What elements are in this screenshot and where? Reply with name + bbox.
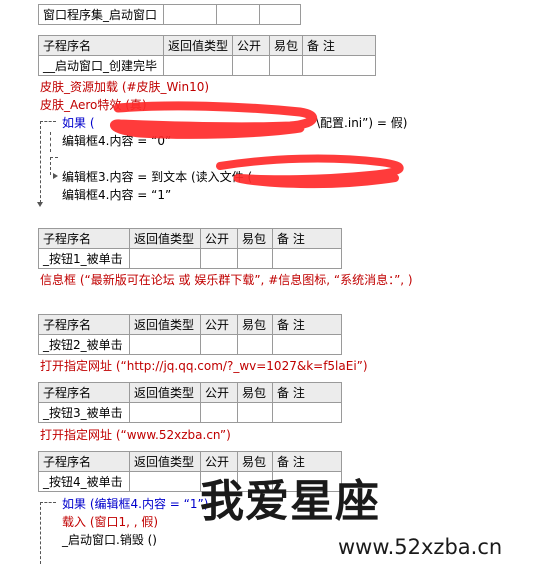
flow-line	[40, 502, 41, 564]
header-return-type: 返回值类型	[129, 382, 201, 403]
cell	[269, 55, 304, 76]
code-line[interactable]: \配置.ini”) = 假)	[316, 115, 407, 131]
flow-line	[40, 121, 41, 203]
cell	[162, 55, 234, 76]
top-cell	[163, 4, 217, 25]
flow-line	[40, 121, 56, 122]
header-epkg: 易包	[237, 382, 273, 403]
watermark-url: www.52xzba.cn	[338, 535, 503, 559]
header-epkg: 易包	[237, 314, 273, 335]
header-epkg: 易包	[269, 35, 304, 56]
flow-line	[50, 157, 58, 158]
cell	[129, 334, 201, 355]
header-public: 公开	[200, 228, 238, 249]
header-return-type: 返回值类型	[129, 228, 201, 249]
header-note: 备 注	[272, 382, 342, 403]
header-name: 子程序名	[38, 382, 130, 403]
code-line[interactable]: 编辑框4.内容 = “1”	[62, 187, 171, 203]
code-line[interactable]: 皮肤_资源加载 (#皮肤_Win10)	[40, 79, 209, 95]
cell	[272, 334, 342, 355]
header-name: 子程序名	[38, 228, 130, 249]
header-public: 公开	[200, 382, 238, 403]
header-note: 备 注	[302, 35, 377, 56]
cell	[272, 248, 342, 269]
sub-name[interactable]: _按钮4_被单击	[38, 471, 130, 492]
cell	[129, 402, 201, 423]
code-line[interactable]: 编辑框4.内容 = “0”	[62, 133, 171, 149]
sub-table-1: 子程序名 返回值类型 公开 易包 备 注 __启动窗口_创建完毕	[38, 35, 377, 76]
sub-name[interactable]: _按钮3_被单击	[38, 402, 130, 423]
sub-name[interactable]: _按钮1_被单击	[38, 248, 130, 269]
header-return-type: 返回值类型	[162, 35, 234, 56]
watermark-title: 我爱星座	[200, 476, 380, 527]
code-line[interactable]: 载入 (窗口1, , 假)	[62, 514, 158, 530]
header-note: 备 注	[272, 228, 342, 249]
top-cell	[216, 4, 260, 25]
cell	[129, 471, 201, 492]
flow-line	[50, 132, 51, 152]
code-line[interactable]: 皮肤_Aero特效 (真)	[40, 97, 147, 113]
sub-table-4: 子程序名 返回值类型 公开 易包 备 注 _按钮3_被单击	[38, 382, 342, 423]
top-table: 窗口程序集_启动窗口	[38, 4, 301, 25]
code-line[interactable]: 打开指定网址 (“http://jq.qq.com/?_wv=1027&k=f5…	[40, 358, 368, 374]
code-line[interactable]: 打开指定网址 (“www.52xzba.cn”)	[40, 427, 231, 443]
flow-line	[50, 157, 51, 175]
cell	[200, 248, 238, 269]
header-name: 子程序名	[38, 314, 130, 335]
sub-name[interactable]: _按钮2_被单击	[38, 334, 130, 355]
header-return-type: 返回值类型	[129, 451, 201, 472]
code-line[interactable]: 信息框 (“最新版可在论坛 或 娱乐群下载”, #信息图标, “系统消息：”, …	[40, 272, 413, 288]
cell	[237, 248, 273, 269]
header-return-type: 返回值类型	[129, 314, 201, 335]
cell	[302, 55, 377, 76]
cell	[129, 248, 201, 269]
cell	[200, 334, 238, 355]
sub-table-3: 子程序名 返回值类型 公开 易包 备 注 _按钮2_被单击	[38, 314, 342, 355]
cell	[200, 402, 238, 423]
header-note: 备 注	[272, 314, 342, 335]
header-name: 子程序名	[38, 451, 130, 472]
top-cell	[259, 4, 301, 25]
code-line-if[interactable]: 如果 (	[62, 115, 95, 131]
header-name: 子程序名	[38, 35, 164, 56]
sub-table-2: 子程序名 返回值类型 公开 易包 备 注 _按钮1_被单击	[38, 228, 342, 269]
flow-line	[40, 502, 56, 503]
code-line[interactable]: _启动窗口.销毁 ()	[62, 532, 157, 548]
code-line-if[interactable]: 如果 (编辑框4.内容 = “1”)	[62, 496, 208, 512]
flow-arrow-icon	[53, 173, 58, 179]
header-public: 公开	[200, 314, 238, 335]
cell	[237, 334, 273, 355]
cell	[272, 402, 342, 423]
assembly-name[interactable]: 窗口程序集_启动窗口	[38, 4, 164, 25]
code-line[interactable]: 编辑框3.内容 = 到文本 (读入文件 (	[62, 169, 252, 185]
flow-arrow-icon	[37, 202, 43, 207]
cell	[232, 55, 271, 76]
cell	[237, 402, 273, 423]
header-epkg: 易包	[237, 228, 273, 249]
header-public: 公开	[232, 35, 271, 56]
sub-name[interactable]: __启动窗口_创建完毕	[38, 55, 164, 76]
